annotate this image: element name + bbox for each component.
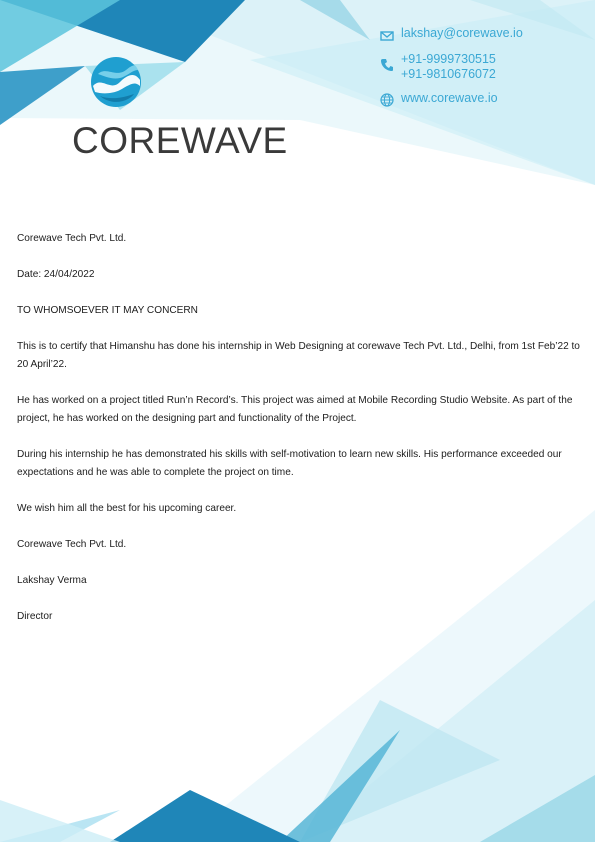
wave-globe-icon bbox=[91, 57, 141, 107]
globe-icon bbox=[380, 93, 394, 107]
email-text: lakshay@corewave.io bbox=[401, 26, 523, 40]
website-row: www.corewave.io bbox=[380, 91, 498, 107]
phone-icon bbox=[381, 59, 393, 71]
closing-wish: We wish him all the best for his upcomin… bbox=[17, 503, 237, 514]
website-text: www.corewave.io bbox=[401, 91, 498, 105]
company-name: Corewave Tech Pvt. Ltd. bbox=[17, 233, 127, 244]
phone-1-text: +91-9999730515 bbox=[401, 52, 496, 66]
signatory-name: Lakshay Verma bbox=[17, 575, 87, 586]
paragraph-performance: During his internship he has demonstrate… bbox=[17, 449, 562, 478]
signatory-title: Director bbox=[17, 611, 53, 622]
signoff-company: Corewave Tech Pvt. Ltd. bbox=[17, 539, 127, 550]
letter-salutation: TO WHOMSOEVER IT MAY CONCERN bbox=[17, 305, 198, 316]
mail-icon bbox=[380, 31, 394, 41]
letter-date: Date: 24/04/2022 bbox=[17, 269, 95, 280]
brand-name: COREWAVE bbox=[72, 120, 288, 161]
phone-2-text: +91-9810676072 bbox=[401, 67, 496, 81]
paragraph-certification: This is to certify that Himanshu has don… bbox=[17, 341, 580, 370]
phone-row: +91-9999730515 +91-9810676072 bbox=[380, 52, 496, 82]
footer-shape bbox=[0, 800, 120, 842]
letter-body: Corewave Tech Pvt. Ltd. Date: 24/04/2022… bbox=[17, 230, 592, 644]
email-row: lakshay@corewave.io bbox=[380, 26, 523, 43]
paragraph-project: He has worked on a project titled Run’n … bbox=[17, 395, 573, 424]
